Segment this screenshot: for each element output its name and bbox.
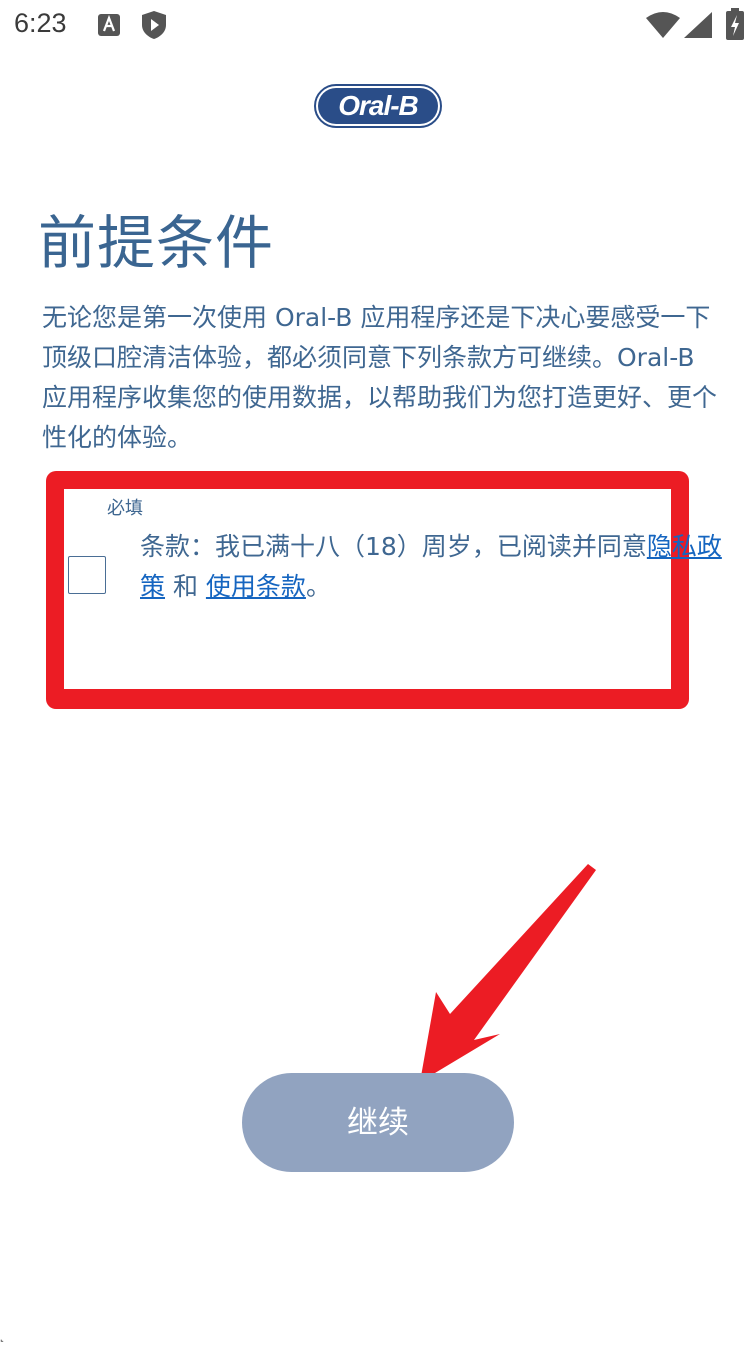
continue-button[interactable]: 继续 xyxy=(242,1073,514,1172)
corner-mark: ˻ xyxy=(0,1328,4,1342)
